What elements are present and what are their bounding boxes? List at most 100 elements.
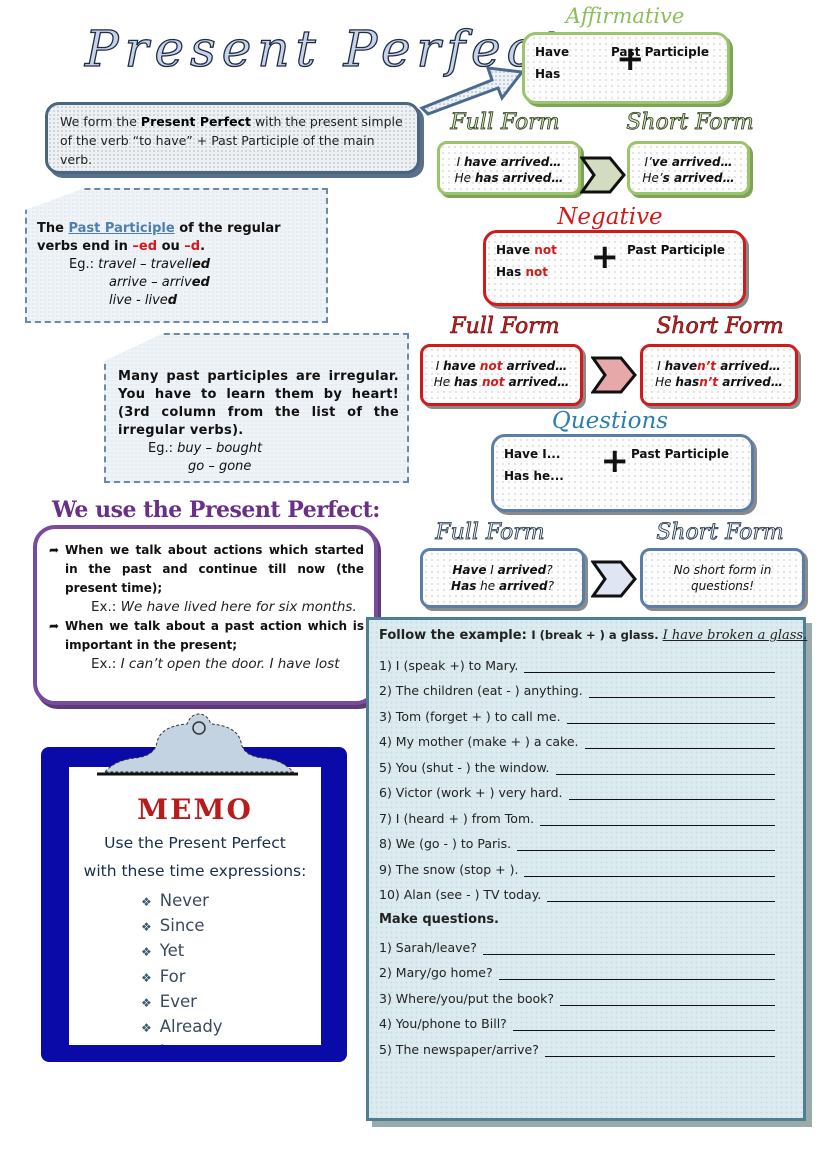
exercise-prompt: 2) The children (eat - ) anything. <box>379 683 583 698</box>
example: buy – bought <box>177 441 263 456</box>
negative-full-form-box: I have not arrived… He has not arrived… <box>420 344 583 406</box>
verb: has <box>453 375 482 389</box>
memo-item: ❖ Since <box>141 914 223 939</box>
ex-text: I can’t open the door. I have lost <box>120 656 340 672</box>
question-prompt: 5) The newspaper/arrive? <box>379 1041 539 1057</box>
use-item: ➦ When we talk about a past action which … <box>49 617 364 655</box>
diamond-bullet-icon: ❖ <box>141 895 152 909</box>
example-answer: I have broken a glass. <box>662 628 808 643</box>
memo-paper: MEMO Use the Present Perfect with these … <box>69 767 321 1045</box>
negative-full-line: He has not arrived… <box>423 374 580 390</box>
participle: arrived… <box>718 375 783 389</box>
exercise-row: 6) Victor (work + ) very hard. <box>379 775 793 800</box>
subject: I <box>657 359 665 373</box>
answer-blank[interactable] <box>588 686 775 698</box>
memo-item-text: Since <box>159 916 205 936</box>
question-prompt: 2) Mary/go home? <box>379 965 493 980</box>
answer-blank[interactable] <box>547 890 775 902</box>
exercise-row: 8) We (go - ) to Paris. <box>379 826 793 851</box>
verb: ve arrived… <box>651 155 733 169</box>
affirmative-has: Has <box>535 67 561 81</box>
answer-blank[interactable] <box>555 763 775 775</box>
text: . <box>200 239 206 254</box>
participle: arrived <box>497 563 547 577</box>
question-prompt: 4) You/phone to Bill? <box>379 1016 507 1031</box>
question-mark: ? <box>547 579 554 593</box>
memo-time-expressions: ❖ Never ❖ Since ❖ Yet ❖ For ❖ Ever ❖ Already ❖… <box>141 889 223 1045</box>
memo-item: ❖ For <box>141 965 223 990</box>
exercise-prompt: 7) I (heard + ) from Tom. <box>379 810 535 826</box>
exercise-prompt: 9) The snow (stop + ). <box>379 861 519 877</box>
answer-blank[interactable] <box>517 839 775 851</box>
answer-blank[interactable] <box>560 994 775 1006</box>
irregular-rule: Many past participles are irregular. You… <box>118 369 399 438</box>
question-row: 2) Mary/go home? <box>379 955 793 980</box>
diamond-bullet-icon: ❖ <box>141 920 152 935</box>
answer-blank[interactable] <box>524 865 775 877</box>
negative-short-form-label: Short Form <box>656 314 784 340</box>
contraction: n’t <box>699 375 719 389</box>
answer-blank[interactable] <box>498 968 775 980</box>
text: Has <box>496 265 526 279</box>
verb: has arrived… <box>474 171 564 185</box>
exercise-prompt: 1) I (speak +) to Mary. <box>379 657 519 673</box>
text: The <box>37 221 69 236</box>
regular-example: Eg.: travel – travelled <box>37 256 318 274</box>
irregular-example: Eg.: buy – bought <box>118 440 399 458</box>
past-participle-link[interactable]: Past Participle <box>68 221 174 236</box>
not-word: not <box>525 265 548 279</box>
clipboard-clip-icon <box>97 713 298 776</box>
question-row: 5) The newspaper/arrive? <box>379 1031 793 1057</box>
negative-short-line: He hasn’t arrived… <box>643 374 795 390</box>
example-ending: ed <box>191 257 211 272</box>
negative-has: Has not <box>496 265 548 279</box>
intro-bold: Present Perfect <box>140 114 251 129</box>
negative-structure-box: Have not Has not + Past Participle <box>483 230 746 306</box>
questions-structure-box: Have I... Has he... + Past Participle <box>491 434 754 512</box>
use-title: We use the Present Perfect: <box>52 497 380 523</box>
answer-blank[interactable] <box>566 712 775 724</box>
questions-full-form-box: Have I arrived? Has he arrived? <box>420 548 585 608</box>
participle: arrived… <box>716 359 781 373</box>
example: go – gone <box>188 459 252 474</box>
question-row: 4) You/phone to Bill? <box>379 1006 793 1031</box>
question-mark: ? <box>546 563 553 577</box>
exercise-box: Follow the example: I (break + ) a glass… <box>366 617 808 1121</box>
diamond-bullet-icon: ❖ <box>141 1021 152 1036</box>
memo-title: MEMO <box>137 793 253 826</box>
subject: I <box>486 563 498 577</box>
answer-blank[interactable] <box>482 943 775 955</box>
use-example: Ex.: We have lived here for six months. <box>49 598 364 617</box>
chevron-right-icon <box>580 156 626 194</box>
answer-blank[interactable] <box>524 661 775 673</box>
affirmative-short-line: He’s arrived… <box>630 170 747 186</box>
plus-icon: + <box>600 441 630 481</box>
memo-item-text: Ever <box>159 991 197 1011</box>
memo-subtitle: Use the Present Perfect with these time … <box>69 829 321 885</box>
negative-label: Negative <box>557 204 663 230</box>
answer-blank[interactable] <box>584 737 775 749</box>
exercise-prompt: 8) We (go - ) to Paris. <box>379 836 512 851</box>
subject: He <box>433 375 454 389</box>
example-prompt: I (break + ) a glass. <box>531 628 659 642</box>
subject: He <box>655 375 676 389</box>
subject: he <box>476 579 499 593</box>
exercise-row: 7) I (heard + ) from Tom. <box>379 800 793 826</box>
text: ou <box>157 239 185 254</box>
exercise-row: 9) The snow (stop + ). <box>379 851 793 877</box>
participle: arrived… <box>504 375 570 389</box>
affirmative-short-form-box: I’ve arrived… He’s arrived… <box>627 141 750 195</box>
answer-blank[interactable] <box>544 1045 775 1057</box>
not-word: not <box>481 375 505 389</box>
questions-has: Has he... <box>504 469 564 483</box>
answer-blank[interactable] <box>512 1019 775 1031</box>
answer-blank[interactable] <box>568 788 775 800</box>
regular-example: live - lived <box>37 292 318 310</box>
exercise-row: 2) The children (eat - ) anything. <box>379 673 793 698</box>
answer-blank[interactable] <box>540 814 775 826</box>
exercise-prompt: 5) You (shut - ) the window. <box>379 759 550 775</box>
text: Have <box>496 243 535 257</box>
affirmative-participle: Past Participle <box>610 45 709 59</box>
verb: have <box>443 359 480 373</box>
exercise-row: 10) Alan (see - ) TV today. <box>379 877 793 902</box>
